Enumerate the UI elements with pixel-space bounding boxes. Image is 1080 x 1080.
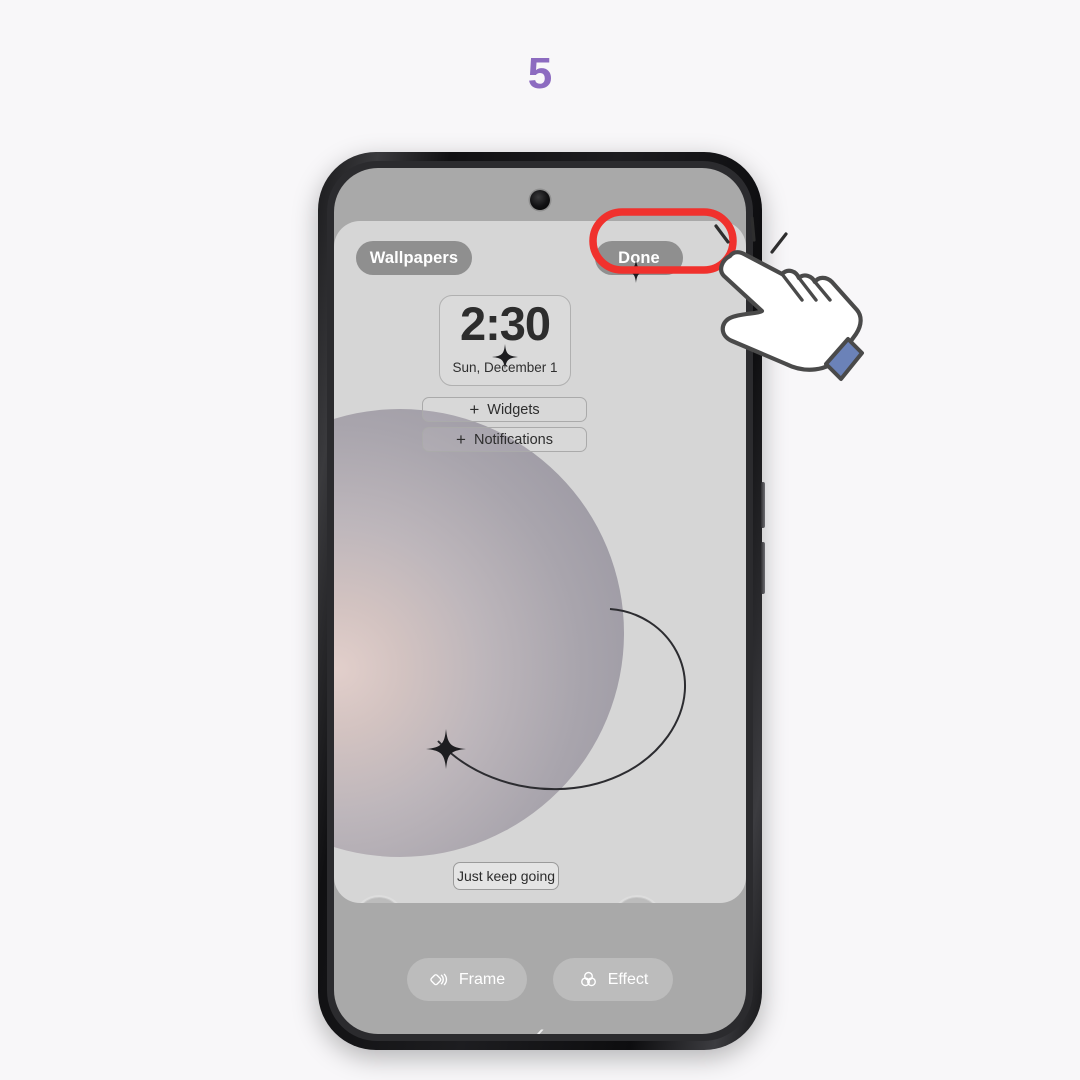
wallpapers-button[interactable]: Wallpapers: [356, 241, 472, 275]
add-widgets-label: Widgets: [487, 401, 540, 418]
clock-date: Sun, December 1: [452, 360, 558, 375]
effect-button[interactable]: Effect: [553, 958, 673, 1001]
four-point-star-icon: [426, 729, 466, 769]
power-button[interactable]: [761, 542, 765, 594]
camera-shortcut[interactable]: [613, 897, 661, 903]
add-notifications-button[interactable]: + Notifications: [422, 427, 587, 452]
plus-icon: +: [469, 400, 480, 419]
add-widgets-button[interactable]: + Widgets: [422, 397, 587, 422]
keep-going-chip[interactable]: Just keep going: [453, 862, 559, 890]
add-notifications-label: Notifications: [473, 431, 553, 448]
front-camera-icon: [530, 190, 550, 210]
done-button[interactable]: Done: [595, 241, 683, 275]
frame-label: Frame: [458, 970, 506, 988]
frame-icon: [430, 973, 447, 986]
effect-icon: [580, 971, 596, 987]
clock-time: 2:30: [459, 297, 551, 350]
lock-screen-preview-panel: Wallpapers Done 2:30 Sun, December 1 + W…: [334, 221, 746, 903]
effect-label: Effect: [607, 970, 649, 988]
editor-toolbar: Frame Effect: [334, 958, 746, 1001]
lock-screen-top-bar: Wallpapers Done: [334, 221, 746, 297]
phone-device: Wallpapers Done 2:30 Sun, December 1 + W…: [318, 152, 765, 1050]
back-chevron-icon[interactable]: ‹: [334, 1020, 746, 1035]
wallpaper-sphere: [334, 409, 624, 857]
clock-widget[interactable]: 2:30 Sun, December 1: [439, 295, 571, 386]
frame-button[interactable]: Frame: [407, 958, 527, 1001]
plus-icon: +: [456, 430, 466, 449]
step-number: 5: [527, 49, 553, 98]
phone-screen: Wallpapers Done 2:30 Sun, December 1 + W…: [334, 168, 746, 1034]
volume-button[interactable]: [761, 482, 765, 528]
flashlight-shortcut[interactable]: [355, 897, 403, 903]
